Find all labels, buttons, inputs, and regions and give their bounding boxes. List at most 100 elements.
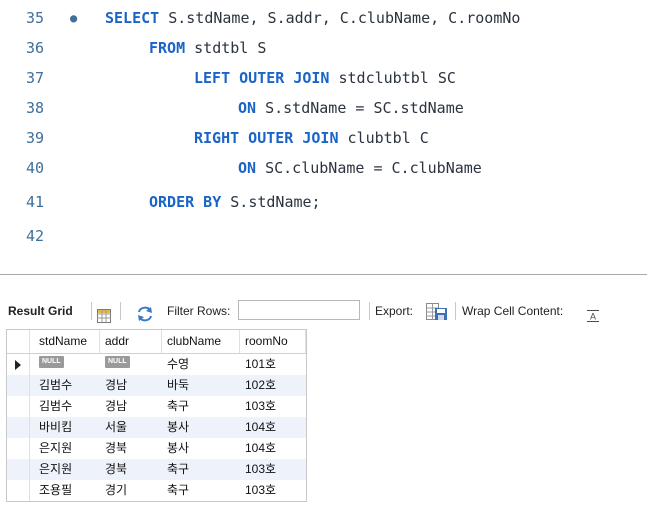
grid-view-icon[interactable] (97, 304, 111, 323)
sql-editor[interactable]: 35 ● SELECT S.stdName, S.addr, C.clubName,… (0, 0, 647, 262)
result-grid-tab[interactable]: Result Grid (8, 296, 73, 326)
table-row[interactable]: 김범수 경남 축구 103호 (7, 396, 306, 417)
sql-keyword: FROM (149, 39, 186, 57)
cell-clubname[interactable]: 축구 (164, 480, 240, 501)
sql-text: stdtbl S (185, 39, 267, 57)
cell-stdname[interactable]: 은지원 (36, 459, 100, 480)
code-line[interactable]: 42 (0, 221, 647, 251)
sql-keyword: ON (238, 159, 257, 177)
cell-clubname[interactable]: 봉사 (164, 417, 240, 438)
sql-text: SC.clubName = C.clubName (256, 159, 482, 177)
row-header[interactable] (7, 375, 30, 396)
column-header-stdname[interactable]: stdName (36, 330, 100, 353)
cell-clubname[interactable]: 축구 (164, 396, 240, 417)
cell-addr[interactable]: 경기 (102, 480, 162, 501)
cell-clubname[interactable]: 봉사 (164, 438, 240, 459)
filter-rows-input[interactable] (238, 300, 360, 320)
cell-addr[interactable]: 경북 (102, 459, 162, 480)
cell-stdname[interactable]: 김범수 (36, 375, 100, 396)
code-text: SELECT S.stdName, S.addr, C.clubName, C.… (105, 3, 520, 33)
cell-clubname[interactable]: 수영 (164, 354, 240, 375)
cell-roomno[interactable]: 104호 (242, 417, 306, 438)
cell-roomno[interactable]: 103호 (242, 480, 306, 501)
null-badge: NULL (39, 356, 64, 368)
wrap-cell-icon[interactable]: A (586, 304, 600, 322)
cell-addr[interactable]: 경남 (102, 375, 162, 396)
cell-stdname[interactable]: 바비킴 (36, 417, 100, 438)
cell-roomno[interactable]: 103호 (242, 396, 306, 417)
code-text: LEFT OUTER JOIN stdclubtbl SC (194, 63, 456, 93)
result-toolbar: Result Grid Filter Rows: Export: Wrap Ce… (0, 296, 647, 326)
toolbar-separator (91, 302, 92, 320)
cell-addr[interactable]: 서울 (102, 417, 162, 438)
row-header[interactable] (7, 417, 30, 438)
cell-roomno[interactable]: 101호 (242, 354, 306, 375)
table-row[interactable]: NULL NULL 수영 101호 (7, 354, 306, 375)
cell-clubname[interactable]: 바둑 (164, 375, 240, 396)
sql-text: stdclubtbl SC (329, 69, 456, 87)
code-text: FROM stdtbl S (149, 33, 266, 63)
row-header-corner (7, 330, 30, 353)
grid-header-row: stdName addr clubName roomNo (7, 330, 306, 354)
code-line[interactable]: 37 LEFT OUTER JOIN stdclubtbl SC (0, 63, 647, 93)
cell-addr[interactable]: 경북 (102, 438, 162, 459)
code-line[interactable]: 40 ON SC.clubName = C.clubName (0, 153, 647, 183)
toolbar-separator (120, 302, 121, 320)
cell-addr[interactable]: 경남 (102, 396, 162, 417)
cell-stdname[interactable]: 은지원 (36, 438, 100, 459)
sql-keyword: RIGHT OUTER JOIN (194, 129, 339, 147)
filter-rows-label: Filter Rows: (167, 304, 231, 318)
line-number: 35 (26, 9, 45, 27)
code-line[interactable]: 36 FROM stdtbl S (0, 33, 647, 63)
refresh-arrows-icon[interactable] (136, 303, 154, 322)
cell-clubname[interactable]: 축구 (164, 459, 240, 480)
row-header[interactable] (7, 354, 30, 375)
sql-keyword: ON (238, 99, 257, 117)
current-row-arrow-icon (15, 360, 21, 370)
cell-roomno[interactable]: 103호 (242, 459, 306, 480)
toolbar-separator (455, 302, 456, 320)
cell-stdname[interactable]: 조용필 (36, 480, 100, 501)
line-number: 39 (26, 129, 45, 147)
cell-roomno[interactable]: 104호 (242, 438, 306, 459)
panel-splitter[interactable] (0, 274, 647, 275)
svg-text:A: A (590, 312, 596, 322)
code-line[interactable]: 35 ● SELECT S.stdName, S.addr, C.clubName,… (0, 3, 647, 33)
line-number: 36 (26, 39, 45, 57)
line-number: 41 (26, 193, 45, 211)
cell-stdname[interactable]: 김범수 (36, 396, 100, 417)
table-row[interactable]: 바비킴 서울 봉사 104호 (7, 417, 306, 438)
code-line[interactable]: 41 ORDER BY S.stdName; (0, 187, 647, 217)
table-row[interactable]: 조용필 경기 축구 103호 (7, 480, 306, 501)
null-badge: NULL (105, 356, 130, 368)
cell-addr-null[interactable]: NULL (102, 354, 162, 375)
line-number: 43 (26, 253, 62, 262)
sql-keyword: SELECT (105, 9, 160, 27)
sql-text: S.stdName = SC.stdName (256, 99, 464, 117)
row-header[interactable] (7, 438, 30, 459)
sql-text: S.stdName, S.addr, C.clubName, C.roomNo (159, 9, 521, 27)
table-row[interactable]: 은지원 경북 축구 103호 (7, 459, 306, 480)
code-line[interactable]: 39 RIGHT OUTER JOIN clubtbl C (0, 123, 647, 153)
row-header[interactable] (7, 459, 30, 480)
table-row[interactable]: 은지원 경북 봉사 104호 (7, 438, 306, 459)
column-header-addr[interactable]: addr (102, 330, 162, 353)
line-number: 38 (26, 99, 45, 117)
export-label: Export: (375, 304, 414, 318)
row-header[interactable] (7, 480, 30, 501)
line-number: 42 (26, 227, 45, 245)
export-icon[interactable] (426, 302, 448, 320)
table-row[interactable]: 김범수 경남 바둑 102호 (7, 375, 306, 396)
code-text: ON S.stdName = SC.stdName (238, 93, 464, 123)
cell-stdname-null[interactable]: NULL (36, 354, 100, 375)
code-line[interactable]: 43 (0, 253, 647, 262)
row-header[interactable] (7, 396, 30, 417)
grid-body: NULL NULL 수영 101호 김범수 경남 바둑 102호 김범수 경남 축구 103호 바비킴 서… (7, 354, 306, 501)
cell-roomno[interactable]: 102호 (242, 375, 306, 396)
code-line[interactable]: 38 ON S.stdName = SC.stdName (0, 93, 647, 123)
code-text: RIGHT OUTER JOIN clubtbl C (194, 123, 429, 153)
column-header-roomno[interactable]: roomNo (242, 330, 306, 353)
line-number: 40 (26, 159, 45, 177)
column-header-clubname[interactable]: clubName (164, 330, 240, 353)
result-grid[interactable]: stdName addr clubName roomNo NULL NULL 수영 1… (6, 329, 307, 502)
